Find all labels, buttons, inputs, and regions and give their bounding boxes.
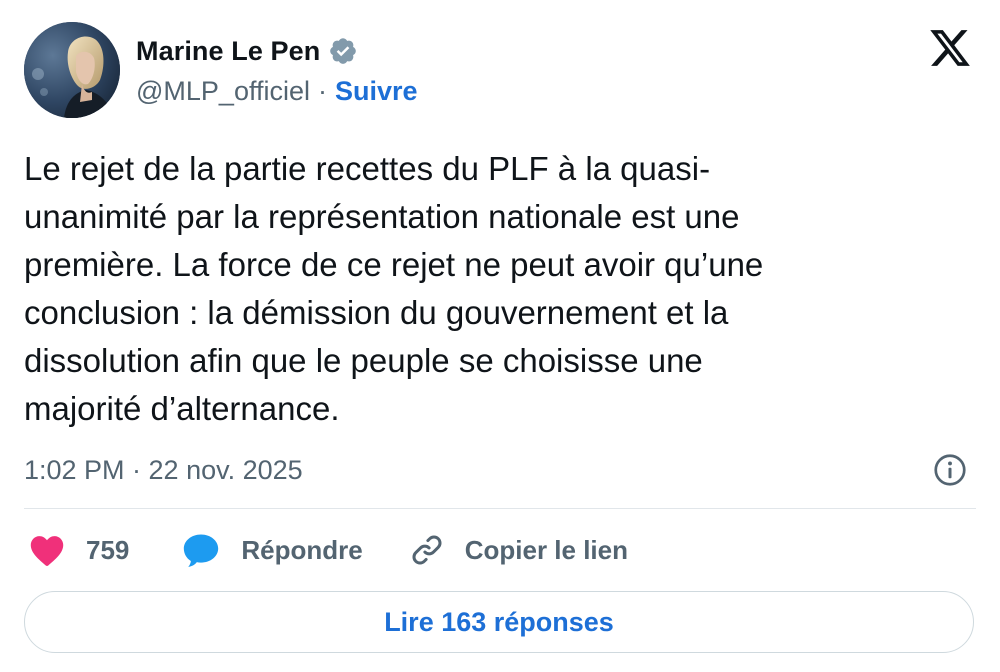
action-bar: 759 Répondre Copier le lien <box>28 528 628 572</box>
link-icon <box>409 532 445 568</box>
author-name[interactable]: Marine Le Pen <box>136 36 320 67</box>
info-icon[interactable] <box>932 452 968 488</box>
follow-button[interactable]: Suivre <box>335 76 418 107</box>
like-button[interactable]: 759 <box>28 533 129 567</box>
tweet-header: Marine Le Pen @MLP_officiel · Suivre <box>24 22 976 122</box>
tweet-embed-card: Marine Le Pen @MLP_officiel · Suivre Le … <box>0 0 1000 672</box>
x-logo-icon[interactable] <box>928 26 972 70</box>
tweet-timestamp[interactable]: 1:02 PM · 22 nov. 2025 <box>24 455 303 486</box>
author-name-row: Marine Le Pen <box>136 34 358 68</box>
read-replies-button[interactable]: Lire 163 réponses <box>24 591 974 653</box>
copy-link-label: Copier le lien <box>464 534 628 565</box>
avatar[interactable] <box>24 22 120 118</box>
verified-badge-icon <box>328 36 358 66</box>
reply-button[interactable]: Répondre <box>181 532 363 568</box>
separator-dot: · <box>317 76 327 106</box>
reply-label: Répondre <box>241 534 363 565</box>
copy-link-button[interactable]: Copier le lien <box>409 532 628 568</box>
divider <box>24 508 976 509</box>
author-handle-row: @MLP_officiel · Suivre <box>136 76 418 107</box>
heart-icon <box>28 533 66 567</box>
tweet-meta-row: 1:02 PM · 22 nov. 2025 <box>24 450 968 490</box>
reply-bubble-icon <box>181 532 221 568</box>
read-replies-label: Lire 163 réponses <box>384 606 614 637</box>
tweet-text: Le rejet de la partie recettes du PLF à … <box>24 150 764 427</box>
author-handle[interactable]: @MLP_officiel <box>136 76 310 107</box>
like-count: 759 <box>86 534 130 565</box>
